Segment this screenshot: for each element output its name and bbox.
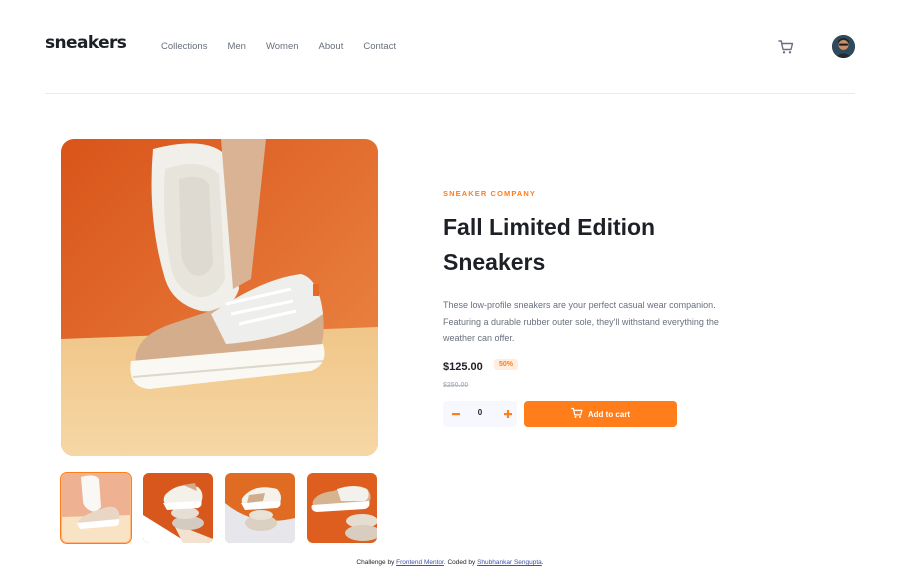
cart-icon <box>571 407 588 421</box>
cart-icon[interactable] <box>778 39 794 55</box>
attribution-suffix: . <box>541 559 544 566</box>
nav-collections[interactable]: Collections <box>161 41 207 52</box>
quantity-stepper: 0 <box>443 401 517 427</box>
quantity-value: 0 <box>477 408 483 417</box>
company-label: SNEAKER COMPANY <box>443 189 537 198</box>
frontend-mentor-link[interactable]: Frontend Mentor <box>396 559 444 566</box>
product-description: These low-profile sneakers are your perf… <box>443 300 719 343</box>
add-to-cart-button[interactable]: Add to cart <box>524 401 677 427</box>
nav-contact[interactable]: Contact <box>363 41 396 52</box>
thumbnail-1[interactable] <box>60 472 132 544</box>
thumbnail-list <box>60 472 389 544</box>
site-header: sneakers Collections Men Women About Con… <box>45 0 855 94</box>
attribution-prefix: Challenge by <box>356 559 397 566</box>
author-link[interactable]: Shubhankar Sengupta <box>477 559 542 566</box>
logo[interactable]: sneakers <box>45 33 127 53</box>
thumbnail-4[interactable] <box>307 473 377 543</box>
original-price: $250.00 <box>443 382 469 389</box>
attribution-middle: . Coded by <box>443 559 478 566</box>
product-title: Fall Limited Edition Sneakers <box>443 214 656 275</box>
thumbnail-3[interactable] <box>225 473 295 543</box>
nav-men[interactable]: Men <box>227 41 245 52</box>
discount-badge: 50% <box>494 359 519 370</box>
nav-women[interactable]: Women <box>266 41 299 52</box>
plus-icon[interactable] <box>500 405 516 423</box>
current-price: $125.00 <box>443 361 483 373</box>
minus-icon[interactable] <box>448 405 464 423</box>
add-to-cart-label: Add to cart <box>587 409 631 419</box>
product-main-image[interactable] <box>61 139 378 456</box>
nav-about[interactable]: About <box>319 41 344 52</box>
attribution: Challenge by Frontend Mentor. Coded by S… <box>0 559 900 566</box>
avatar[interactable] <box>832 35 855 58</box>
thumbnail-2[interactable] <box>143 473 213 543</box>
main-nav: Collections Men Women About Contact <box>161 41 416 52</box>
